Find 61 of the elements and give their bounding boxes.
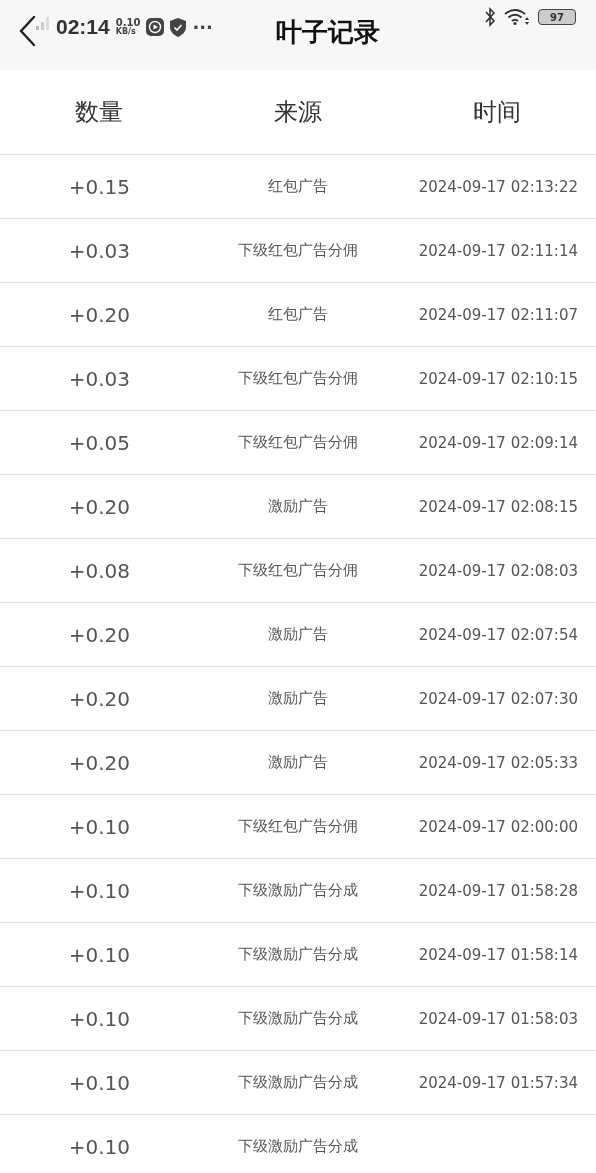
time-cell: 2024-09-17 01:57:34 xyxy=(418,1073,578,1092)
play-icon xyxy=(146,18,165,36)
signal-icon xyxy=(36,16,50,30)
time-cell: 2024-09-17 02:13:22 xyxy=(418,177,578,196)
source-cell: 下级激励广告分成 xyxy=(238,1009,358,1028)
source-cell: 下级红包广告分佣 xyxy=(238,561,358,580)
time-cell: 2024-09-17 02:11:07 xyxy=(418,305,578,324)
source-cell: 激励广告 xyxy=(268,497,328,516)
source-cell: 下级红包广告分佣 xyxy=(238,817,358,836)
time-cell: 2024-09-17 02:11:14 xyxy=(418,241,578,260)
source-cell: 激励广告 xyxy=(268,625,328,644)
page-title: 叶子记录 xyxy=(276,16,381,49)
source-cell: 激励广告 xyxy=(268,689,328,708)
amount-cell: +0.08 xyxy=(68,558,130,583)
source-cell: 下级红包广告分佣 xyxy=(238,433,358,452)
amount-cell: +0.10 xyxy=(68,814,130,839)
status-time: 02:14 xyxy=(56,15,110,39)
column-header: 时间 xyxy=(471,97,522,128)
time-cell: 2024-09-17 02:05:33 xyxy=(418,753,578,772)
time-cell: 2024-09-17 02:00:00 xyxy=(418,817,578,836)
speed-unit: KB/s xyxy=(115,27,136,36)
amount-cell: +0.20 xyxy=(68,622,130,647)
amount-cell: +0.03 xyxy=(68,238,130,263)
column-header: 来源 xyxy=(273,97,323,128)
time-cell: 2024-09-17 02:09:14 xyxy=(418,433,578,452)
amount-cell: +0.10 xyxy=(68,1006,130,1031)
amount-cell: +0.10 xyxy=(68,942,130,967)
source-cell: 红包广告 xyxy=(268,305,328,324)
source-cell: 下级红包广告分佣 xyxy=(238,369,358,388)
amount-cell: +0.20 xyxy=(68,494,130,519)
amount-cell: +0.05 xyxy=(68,430,130,455)
amount-cell: +0.10 xyxy=(68,878,130,903)
network-speed: 0.10 xyxy=(115,18,141,27)
time-cell: 2024-09-17 01:58:14 xyxy=(418,945,578,964)
amount-cell: +0.03 xyxy=(68,366,130,391)
amount-cell: +0.10 xyxy=(68,1070,130,1095)
time-cell: 2024-09-17 02:07:30 xyxy=(418,689,578,708)
amount-cell: +0.20 xyxy=(68,750,130,775)
source-cell: 下级激励广告分成 xyxy=(238,945,358,964)
amount-cell: +0.10 xyxy=(68,1134,130,1159)
time-cell: 2024-09-17 01:58:28 xyxy=(418,881,578,900)
source-cell: 激励广告 xyxy=(268,753,328,772)
time-cell: 2024-09-17 01:58:03 xyxy=(418,1009,578,1028)
source-cell: 下级红包广告分佣 xyxy=(238,241,358,260)
source-cell: 红包广告 xyxy=(268,177,328,196)
source-cell: 下级激励广告分成 xyxy=(238,1073,358,1092)
more-dots: ··· xyxy=(192,16,213,38)
amount-cell: +0.20 xyxy=(68,302,130,327)
source-cell: 下级激励广告分成 xyxy=(238,1137,358,1156)
time-cell: 2024-09-17 02:07:54 xyxy=(418,625,578,644)
time-cell: 2024-09-17 02:10:15 xyxy=(418,369,578,388)
bluetooth-icon xyxy=(484,7,496,27)
column-header: 数量 xyxy=(74,97,125,128)
amount-cell: +0.20 xyxy=(68,686,130,711)
time-cell: 2024-09-17 02:08:03 xyxy=(418,561,578,580)
amount-cell: +0.15 xyxy=(68,174,130,199)
source-cell: 下级激励广告分成 xyxy=(238,881,358,900)
time-cell: 2024-09-17 02:08:15 xyxy=(418,497,578,516)
battery-indicator: 97 xyxy=(538,9,576,25)
wifi-icon xyxy=(504,8,530,26)
shield-icon xyxy=(170,17,187,37)
